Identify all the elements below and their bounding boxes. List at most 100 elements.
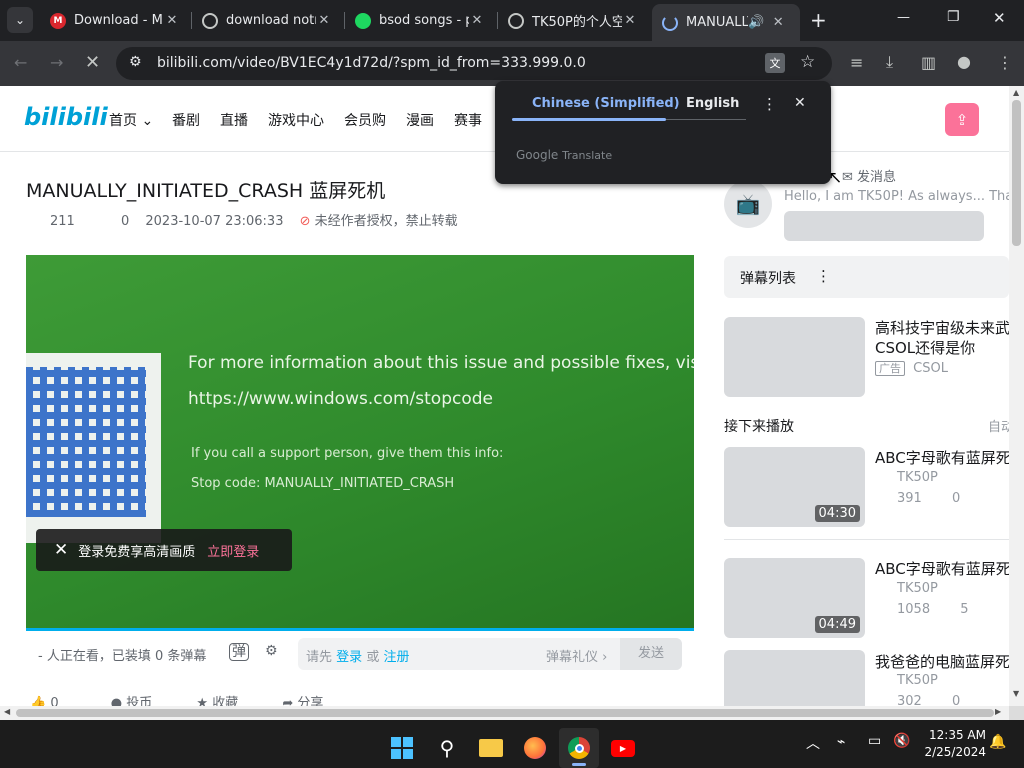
- scroll-thumb[interactable]: [1012, 100, 1021, 246]
- network-icon[interactable]: ⌁: [837, 734, 845, 750]
- nav-anime[interactable]: 番剧: [172, 110, 200, 130]
- follow-button[interactable]: [784, 211, 984, 241]
- notification-bell-icon[interactable]: 🔔: [989, 734, 1006, 750]
- firefox-button[interactable]: [515, 728, 555, 768]
- close-icon[interactable]: ✕: [316, 13, 332, 28]
- send-button[interactable]: 发送: [620, 638, 682, 670]
- reading-list-icon[interactable]: ≡: [850, 53, 863, 72]
- tab-source-language[interactable]: Chinese (Simplified): [532, 96, 680, 111]
- video-card-author[interactable]: TK50P: [897, 581, 938, 596]
- nav-home[interactable]: 首页 ⌄: [109, 110, 153, 130]
- more-kebab-icon[interactable]: ⋮: [816, 267, 831, 285]
- nav-vip-shop[interactable]: 会员购: [344, 110, 386, 130]
- video-player[interactable]: For more information about this issue an…: [26, 255, 694, 631]
- scroll-thumb[interactable]: [16, 709, 994, 717]
- tab-tk50p[interactable]: TK50P的个人空间 ✕: [498, 6, 648, 35]
- file-explorer-button[interactable]: [471, 728, 511, 768]
- ad-thumbnail[interactable]: [724, 317, 865, 397]
- restore-button[interactable]: ❐: [947, 9, 960, 25]
- tab-mega[interactable]: M Download - MEGA ✕: [40, 6, 190, 35]
- scroll-up-arrow-icon[interactable]: ▲: [1013, 88, 1019, 97]
- close-icon[interactable]: ✕: [164, 13, 180, 28]
- close-icon[interactable]: ✕: [54, 540, 68, 560]
- close-icon[interactable]: ✕: [469, 13, 485, 28]
- search-button[interactable]: ⚲: [427, 728, 467, 768]
- danmaku-settings-icon[interactable]: ⚙: [265, 643, 278, 659]
- bilibili-logo[interactable]: bilibili: [24, 103, 108, 131]
- tab-spotify[interactable]: bsod songs - playlist ✕: [345, 6, 495, 35]
- danmaku-toggle-icon[interactable]: 弹: [229, 643, 249, 661]
- video-card-author[interactable]: TK50P: [897, 673, 938, 688]
- side-panel-icon[interactable]: ▥: [921, 53, 936, 72]
- options-kebab-icon[interactable]: ⋮: [762, 95, 777, 113]
- clock[interactable]: 12:35 AM 2/25/2024: [922, 727, 986, 761]
- chrome-button[interactable]: [559, 728, 599, 768]
- tray-overflow-chevron-icon[interactable]: ︿: [806, 733, 820, 753]
- nav-game-center[interactable]: 游戏中心: [268, 110, 324, 130]
- bookmark-star-icon[interactable]: ☆: [800, 52, 815, 72]
- tab-active-video[interactable]: MANUALLY_INITIATED_CRASH 🔊 ✕: [652, 4, 800, 41]
- close-icon[interactable]: ✕: [770, 15, 786, 30]
- nav-live[interactable]: 直播: [220, 110, 248, 130]
- speaker-icon[interactable]: 🔊: [748, 15, 764, 30]
- close-icon[interactable]: ✕: [622, 13, 638, 28]
- scroll-right-arrow-icon[interactable]: ▶: [995, 707, 1001, 716]
- ad-title-line2[interactable]: CSOL还得是你: [875, 337, 1009, 358]
- tab-notmyfault[interactable]: download notmyfault ✕: [192, 6, 342, 35]
- video-card-thumbnail[interactable]: 04:30: [724, 447, 865, 527]
- start-button[interactable]: [382, 728, 422, 768]
- forward-icon[interactable]: →: [50, 53, 63, 72]
- favorite-button[interactable]: ★ 收藏: [196, 696, 238, 706]
- like-button[interactable]: 👍 0: [30, 696, 59, 706]
- close-icon[interactable]: ✕: [794, 95, 806, 111]
- minimize-button[interactable]: —: [897, 10, 910, 25]
- video-card-author[interactable]: TK50P: [897, 470, 938, 485]
- video-card-thumbnail[interactable]: 04:49: [724, 558, 865, 638]
- site-info-icon[interactable]: ⚙: [129, 54, 142, 70]
- video-progress-track[interactable]: [26, 628, 694, 631]
- profile-icon[interactable]: ●: [957, 52, 971, 71]
- new-tab-button[interactable]: +: [810, 8, 827, 32]
- login-banner[interactable]: ✕ 登录免费享高清画质 立即登录: [36, 529, 292, 571]
- volume-muted-icon[interactable]: 🔇: [893, 733, 910, 749]
- display-icon[interactable]: ▭: [868, 733, 881, 749]
- ad-title-line1[interactable]: 高科技宇宙级未来武: [875, 317, 1009, 338]
- danmaku-input[interactable]: 请先 登录 或 注册 弹幕礼仪 › 发送: [298, 638, 682, 670]
- url-text[interactable]: bilibili.com/video/BV1EC4y1d72d/?spm_id_…: [157, 55, 586, 71]
- youtube-button[interactable]: ▶: [603, 728, 643, 768]
- danmaku-list-header[interactable]: 弹幕列表 ⋮: [724, 256, 1009, 298]
- translate-icon[interactable]: 文: [765, 53, 785, 73]
- tab-target-language[interactable]: English: [686, 96, 739, 111]
- video-card-title[interactable]: ABC字母歌有蓝屏死: [875, 447, 1009, 468]
- login-now-link[interactable]: 立即登录: [207, 541, 259, 560]
- google-translate-brand: Google Translate: [516, 148, 613, 162]
- nav-esports[interactable]: 赛事: [454, 110, 482, 130]
- address-bar[interactable]: ⚙ bilibili.com/video/BV1EC4y1d72d/?spm_i…: [116, 47, 832, 80]
- close-window-button[interactable]: ✕: [993, 9, 1006, 27]
- share-button[interactable]: ➦ 分享: [282, 696, 323, 706]
- scroll-left-arrow-icon[interactable]: ◀: [4, 707, 10, 716]
- menu-kebab-icon[interactable]: ⋮: [997, 53, 1013, 72]
- vertical-scrollbar[interactable]: ▲ ▼: [1009, 86, 1024, 706]
- scroll-down-arrow-icon[interactable]: ▼: [1013, 689, 1019, 698]
- stop-loading-icon[interactable]: ✕: [85, 52, 100, 73]
- nav-manga[interactable]: 漫画: [406, 110, 434, 130]
- download-icon[interactable]: ⤓: [886, 52, 893, 72]
- video-card-title[interactable]: 我爸爸的电脑蓝屏死: [875, 651, 1009, 672]
- horizontal-scrollbar[interactable]: ◀ ▶: [0, 706, 1009, 720]
- views-count: 302: [897, 694, 922, 706]
- autoplay-label[interactable]: 自动: [988, 416, 1009, 435]
- coin-button[interactable]: ● 投币: [111, 696, 153, 706]
- video-card-thumbnail[interactable]: [724, 650, 865, 706]
- back-icon[interactable]: ←: [14, 53, 27, 72]
- uploader-avatar[interactable]: 📺: [724, 180, 772, 228]
- tab-search-button[interactable]: ⌄: [7, 7, 33, 33]
- upload-button[interactable]: ⇪: [945, 103, 979, 136]
- copyright-notice: 未经作者授权，禁止转载: [314, 214, 458, 229]
- firefox-icon: [524, 737, 546, 759]
- danmaku-etiquette-link[interactable]: 弹幕礼仪 ›: [546, 646, 607, 665]
- send-message-link[interactable]: ✉ 发消息: [842, 166, 896, 185]
- login-link[interactable]: 登录: [336, 650, 362, 665]
- video-card-title[interactable]: ABC字母歌有蓝屏死: [875, 558, 1009, 579]
- register-link[interactable]: 注册: [383, 650, 409, 665]
